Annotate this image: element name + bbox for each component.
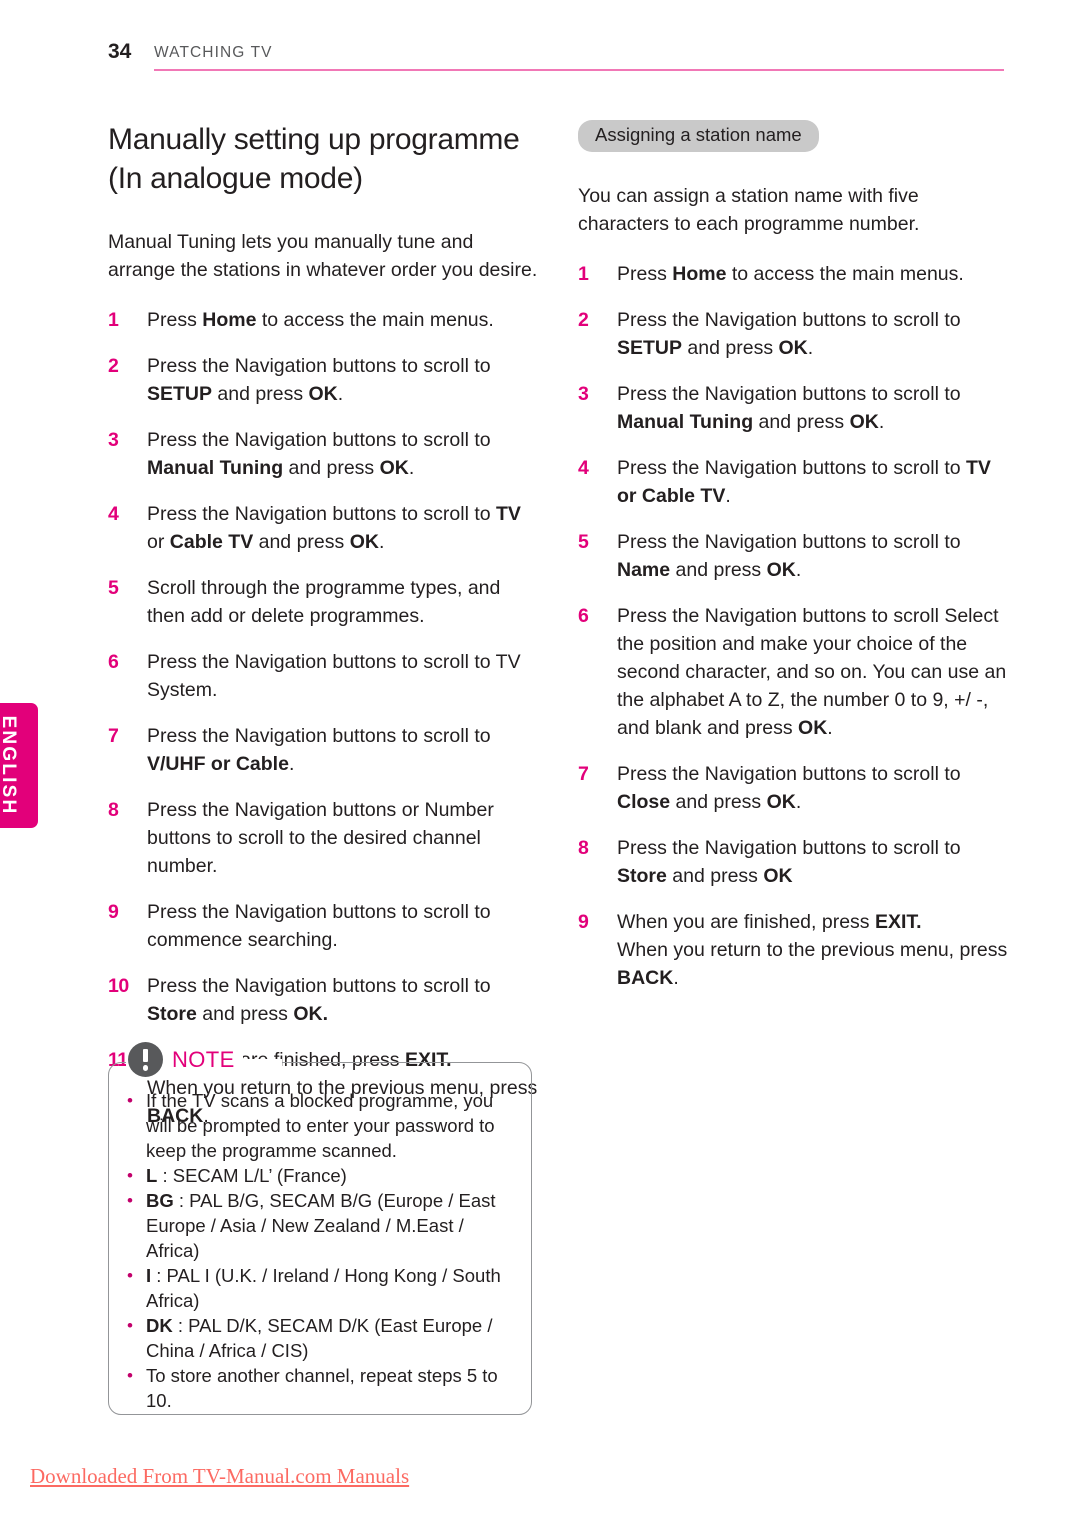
step-number: 3 [578,383,589,405]
step-number: 8 [578,837,589,859]
step-number: 3 [108,429,119,451]
note-callout-body: If the TV scans a blocked programme, you… [124,1088,518,1413]
step-item: 3 Press the Navigation buttons to scroll … [578,380,1008,436]
step-text: Press the Navigation buttons to scroll t… [617,763,961,813]
step-text: Press the Navigation buttons to scroll t… [147,429,491,479]
subsection-badge: Assigning a station name [578,120,819,152]
right-steps-list: 1 Press Home to access the main menus. 2 Pr… [578,260,1008,992]
step-item: 3 Press the Navigation buttons to scroll … [108,426,538,482]
exclamation-circle-icon [128,1042,163,1077]
step-item: 8 Press the Navigation buttons to scroll … [578,834,1008,890]
left-intro-paragraph: Manual Tuning lets you manually tune and… [108,231,538,281]
step-text: Press the Navigation buttons to scroll t… [147,503,521,553]
step-item: 4 Press the Navigation buttons to scroll … [578,454,1008,510]
step-item: 5 Press the Navigation buttons to scroll … [578,528,1008,584]
step-item: 1 Press Home to access the main menus. [578,260,1008,288]
step-text: Press Home to access the main menus. [147,309,494,331]
header-chapter-title: WATCHING TV [154,44,273,61]
step-number: 7 [108,725,119,747]
step-text: Press the Navigation buttons to scroll t… [617,837,961,887]
step-number: 9 [578,911,589,933]
step-number: 5 [108,577,119,599]
step-text: Press Home to access the main menus. [617,263,964,285]
step-number: 1 [108,309,119,331]
step-text: Press the Navigation buttons to scroll t… [617,309,961,359]
step-text: Press the Navigation buttons to scroll t… [147,975,491,1025]
note-item: BG : PAL B/G, SECAM B/G (Europe / East E… [124,1188,518,1263]
step-number: 10 [108,975,129,997]
step-item: 5 Scroll through the programme types, and… [108,574,538,630]
note-item: If the TV scans a blocked programme, you… [124,1088,518,1163]
right-column: Assigning a station name You can assign … [578,120,1008,1010]
step-number: 5 [578,531,589,553]
left-column: Manually setting up programme (In analog… [108,120,538,1148]
source-watermark-link[interactable]: Downloaded From TV-Manual.com Manuals [30,1464,409,1489]
note-item: I : PAL I (U.K. / Ireland / Hong Kong / … [124,1263,518,1313]
step-number: 2 [578,309,589,331]
step-number: 4 [578,457,589,479]
note-item: DK : PAL D/K, SECAM D/K (East Europe / C… [124,1313,518,1363]
step-number: 7 [578,763,589,785]
step-item: 2 Press the Navigation buttons to scroll … [108,352,538,408]
step-number: 1 [578,263,589,285]
step-number: 2 [108,355,119,377]
page-title: Manually setting up programme (In analog… [108,123,520,195]
language-side-tab: ENGLISH [0,703,38,828]
step-text: Press the Navigation buttons to scroll t… [147,725,491,775]
step-text: Press the Navigation buttons to scroll S… [617,605,1007,739]
page-header: 34 WATCHING TV [108,40,1004,76]
step-item: 2 Press the Navigation buttons to scroll … [578,306,1008,362]
note-callout-title: NOTE [172,1046,235,1072]
note-item: To store another channel, repeat steps 5… [124,1363,518,1413]
language-side-tab-label: ENGLISH [0,715,19,816]
step-item: 7 Press the Navigation buttons to scroll … [108,722,538,778]
step-text: Press the Navigation buttons to scroll t… [147,355,491,405]
right-intro-paragraph: You can assign a station name with five … [578,185,920,235]
step-item: 9 Press the Navigation buttons to scroll … [108,898,538,954]
note-callout-header: NOTE [128,1042,243,1077]
step-item: 6 Press the Navigation buttons to scroll … [578,602,1008,742]
step-text: Press the Navigation buttons to scroll t… [617,531,961,581]
step-text: When you are finished, press EXIT.When y… [617,911,1008,989]
step-item: 7 Press the Navigation buttons to scroll … [578,760,1008,816]
step-number: 4 [108,503,119,525]
note-items-list: If the TV scans a blocked programme, you… [124,1088,518,1413]
step-number: 9 [108,901,119,923]
step-number: 6 [108,651,119,673]
header-divider-rule [154,69,1004,71]
left-steps-list: 1 Press Home to access the main menus. 2 Pr… [108,306,538,1130]
step-text: Press the Navigation buttons to scroll t… [617,383,961,433]
step-number: 6 [578,605,589,627]
step-item: 1 Press Home to access the main menus. [108,306,538,334]
step-item: 8 Press the Navigation buttons or Number … [108,796,538,880]
step-text: Press the Navigation buttons to scroll t… [147,651,521,701]
step-item: 9 When you are finished, press EXIT. When … [578,908,1008,992]
step-item: 10 Press the Navigation buttons to scroll… [108,972,538,1028]
page-number: 34 [108,40,132,63]
note-item: L : SECAM L/L’ (France) [124,1163,518,1188]
step-text: Scroll through the programme types, and … [147,577,501,627]
note-callout: NOTE If the TV scans a blocked programme… [108,1042,532,1415]
step-item: 4 Press the Navigation buttons to scroll … [108,500,538,556]
step-text: Press the Navigation buttons to scroll t… [617,457,991,507]
step-text: Press the Navigation buttons to scroll t… [147,901,491,951]
step-text: Press the Navigation buttons or Number b… [147,799,494,877]
step-number: 8 [108,799,119,821]
step-item: 6 Press the Navigation buttons to scroll … [108,648,538,704]
